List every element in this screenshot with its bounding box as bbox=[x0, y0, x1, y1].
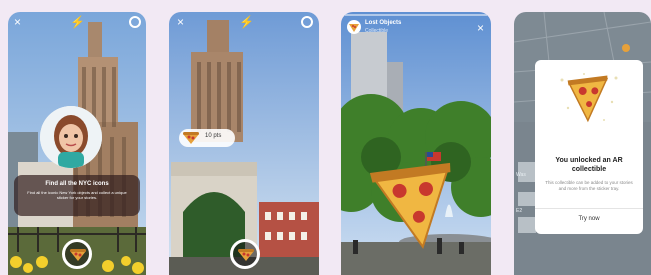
flash-icon[interactable]: ⚡ bbox=[239, 15, 254, 29]
pizza-icon bbox=[183, 132, 199, 144]
header-progress-bar bbox=[345, 14, 487, 16]
phone-panel-2: × ⚡ 10 pts bbox=[169, 12, 319, 275]
pizza-icon bbox=[70, 249, 86, 261]
close-icon[interactable]: × bbox=[477, 21, 484, 35]
phone-panel-4: You unlocked an AR collectible This coll… bbox=[514, 12, 651, 275]
prompt-title: Find all the NYC icons bbox=[45, 181, 109, 187]
modal-title: You unlocked an AR collectible bbox=[555, 157, 623, 173]
pizza-icon bbox=[238, 249, 254, 261]
capture-button[interactable] bbox=[62, 239, 92, 269]
user-avatar[interactable] bbox=[347, 20, 361, 34]
flash-icon[interactable]: ⚡ bbox=[70, 15, 85, 29]
pizza-icon bbox=[349, 24, 359, 32]
phone-panel-3: Lost Objects Collectible × bbox=[341, 12, 491, 275]
background-label: Was bbox=[516, 172, 526, 178]
phone-panel-1: × ⚡ Find all the NYC icons Find all the … bbox=[8, 12, 146, 275]
avatar-icon bbox=[40, 106, 102, 168]
record-icon[interactable] bbox=[129, 16, 141, 28]
prompt-card: Find all the NYC icons Find all the icon… bbox=[14, 175, 140, 216]
pizza-icon bbox=[560, 73, 618, 123]
capture-button[interactable] bbox=[230, 239, 260, 269]
user-subtitle: Collectible bbox=[365, 28, 389, 34]
panel-3-background bbox=[341, 12, 491, 275]
points-label: 10 pts bbox=[205, 133, 222, 139]
background-label: E2 bbox=[516, 208, 523, 214]
collectible-modal: You unlocked an AR collectible This coll… bbox=[535, 60, 643, 234]
modal-divider bbox=[535, 208, 643, 209]
modal-body: This collectible can be added to your st… bbox=[545, 180, 633, 191]
avatar-bubble bbox=[40, 106, 102, 168]
points-pill: 10 pts bbox=[179, 129, 235, 147]
close-icon[interactable]: × bbox=[177, 15, 184, 29]
try-now-button[interactable]: Try now bbox=[535, 216, 643, 222]
user-title: Lost Objects bbox=[365, 20, 402, 26]
prompt-body: Find all the iconic New York objects and… bbox=[27, 190, 127, 200]
record-icon[interactable] bbox=[301, 16, 313, 28]
close-icon[interactable]: × bbox=[14, 15, 21, 29]
